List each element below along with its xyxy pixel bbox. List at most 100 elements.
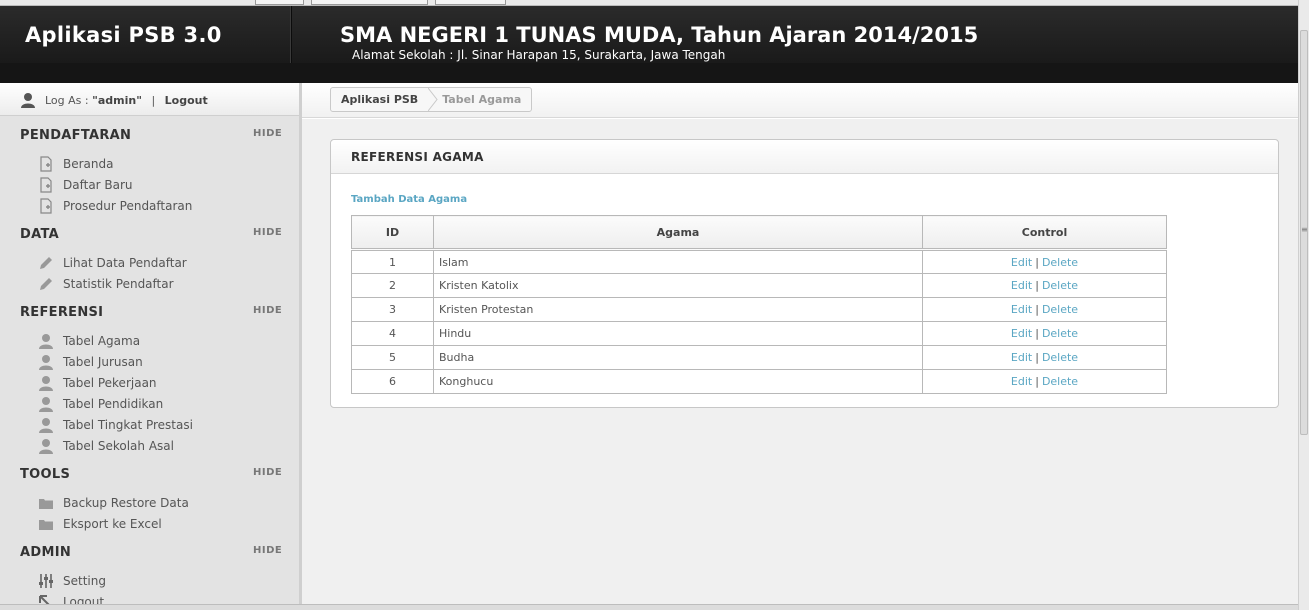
delete-link[interactable]: Delete: [1042, 351, 1078, 364]
cell-control: Edit | Delete: [922, 321, 1167, 346]
sidebar-item-label: Eksport ke Excel: [63, 517, 162, 531]
breadcrumb-bar: Aplikasi PSB Tabel Agama: [302, 83, 1298, 118]
sidebar-item-lihat-data-pendaftar[interactable]: Lihat Data Pendaftar: [38, 254, 187, 272]
control-separator: |: [1035, 303, 1039, 316]
section-title-pendaftaran: PENDAFTARAN: [20, 128, 132, 143]
delete-link[interactable]: Delete: [1042, 256, 1078, 269]
sidebar-item-tabel-tingkat-prestasi[interactable]: Tabel Tingkat Prestasi: [38, 416, 193, 434]
section-title-data: DATA: [20, 227, 59, 242]
cell-control: Edit | Delete: [922, 369, 1167, 394]
sidebar-item-label: Tabel Agama: [63, 334, 141, 348]
delete-link[interactable]: Delete: [1042, 327, 1078, 340]
sidebar-item-label: Backup Restore Data: [63, 496, 189, 510]
table-header-row: ID Agama Control: [351, 215, 1167, 250]
edit-link[interactable]: Edit: [1011, 375, 1032, 388]
sidebar-item-tabel-pekerjaan[interactable]: Tabel Pekerjaan: [38, 374, 157, 392]
section-title-referensi: REFERENSI: [20, 305, 104, 320]
cell-id: 1: [351, 248, 434, 274]
bottom-edge: [0, 604, 1298, 610]
cell-agama: Konghucu: [433, 369, 923, 394]
hide-pendaftaran-button[interactable]: HIDE: [253, 128, 282, 139]
user-icon: [38, 438, 54, 454]
breadcrumb-chevron-icon: [427, 87, 438, 112]
school-title: SMA NEGERI 1 TUNAS MUDA, Tahun Ajaran 20…: [340, 23, 979, 47]
user-icon: [38, 333, 54, 349]
control-separator: |: [1035, 375, 1039, 388]
page-add-icon: [38, 198, 54, 214]
browser-tab[interactable]: [311, 0, 428, 5]
edit-link[interactable]: Edit: [1011, 279, 1032, 292]
edit-link[interactable]: Edit: [1011, 256, 1032, 269]
sidebar-item-label: Lihat Data Pendaftar: [63, 256, 187, 270]
browser-tab[interactable]: [255, 0, 304, 5]
column-header-agama: Agama: [433, 215, 923, 250]
sidebar-item-eksport-ke-excel[interactable]: Eksport ke Excel: [38, 515, 162, 533]
user-bar: Log As : "admin" | Logout: [0, 83, 299, 116]
page-add-icon: [38, 156, 54, 172]
sidebar-item-label: Tabel Sekolah Asal: [63, 439, 174, 453]
vertical-scrollbar[interactable]: ≡: [1298, 0, 1309, 610]
cell-control: Edit | Delete: [922, 273, 1167, 298]
school-address: Alamat Sekolah : Jl. Sinar Harapan 15, S…: [352, 48, 726, 62]
sidebar-item-statistik-pendaftar[interactable]: Statistik Pendaftar: [38, 275, 174, 293]
sidebar-item-label: Beranda: [63, 157, 114, 171]
logout-link[interactable]: Logout: [165, 94, 208, 107]
sidebar-item-label: Tabel Jurusan: [63, 355, 143, 369]
sidebar-item-prosedur-pendaftaran[interactable]: Prosedur Pendaftaran: [38, 197, 192, 215]
cell-control: Edit | Delete: [922, 345, 1167, 370]
hide-referensi-button[interactable]: HIDE: [253, 305, 282, 316]
cell-control: Edit | Delete: [922, 248, 1167, 274]
userbar-separator: |: [151, 94, 156, 107]
referensi-agama-panel: REFERENSI AGAMA Tambah Data Agama ID Aga…: [330, 139, 1279, 408]
hide-admin-button[interactable]: HIDE: [253, 545, 282, 556]
user-icon: [38, 396, 54, 412]
header-divider: [290, 6, 292, 63]
sidebar-item-label: Tabel Tingkat Prestasi: [63, 418, 193, 432]
table-row: 3 Kristen Protestan Edit | Delete: [351, 297, 1167, 322]
app-header: Aplikasi PSB 3.0 SMA NEGERI 1 TUNAS MUDA…: [0, 6, 1298, 83]
user-icon: [38, 354, 54, 370]
delete-link[interactable]: Delete: [1042, 303, 1078, 316]
user-info: Log As : "admin" | Logout: [45, 94, 208, 107]
app-title: Aplikasi PSB 3.0: [25, 23, 222, 47]
control-separator: |: [1035, 351, 1039, 364]
sidebar-item-tabel-agama[interactable]: Tabel Agama: [38, 332, 140, 350]
cell-agama: Kristen Protestan: [433, 297, 923, 322]
folder-icon: [38, 495, 54, 511]
sidebar-item-label: Daftar Baru: [63, 178, 133, 192]
hide-tools-button[interactable]: HIDE: [253, 467, 282, 478]
cell-agama: Islam: [433, 248, 923, 274]
table-row: 2 Kristen Katolix Edit | Delete: [351, 273, 1167, 298]
hide-data-button[interactable]: HIDE: [253, 227, 282, 238]
delete-link[interactable]: Delete: [1042, 279, 1078, 292]
add-agama-link[interactable]: Tambah Data Agama: [351, 194, 467, 205]
control-separator: |: [1035, 255, 1039, 269]
sidebar-item-setting[interactable]: Setting: [38, 572, 106, 590]
scrollbar-grip-icon: ≡: [1301, 225, 1308, 234]
table-row: 5 Budha Edit | Delete: [351, 345, 1167, 370]
sidebar-item-beranda[interactable]: Beranda: [38, 155, 113, 173]
sidebar-item-tabel-pendidikan[interactable]: Tabel Pendidikan: [38, 395, 163, 413]
cell-id: 6: [351, 369, 434, 394]
header-band: [0, 63, 1298, 83]
cell-id: 5: [351, 345, 434, 370]
table-row: 4 Hindu Edit | Delete: [351, 321, 1167, 346]
sidebar-item-tabel-sekolah-asal[interactable]: Tabel Sekolah Asal: [38, 437, 174, 455]
sidebar: Log As : "admin" | Logout PENDAFTARAN HI…: [0, 83, 302, 610]
breadcrumb-root[interactable]: Aplikasi PSB: [331, 88, 428, 111]
user-icon: [38, 417, 54, 433]
column-header-id: ID: [351, 215, 434, 250]
sidebar-item-daftar-baru[interactable]: Daftar Baru: [38, 176, 133, 194]
user-icon: [20, 92, 36, 111]
edit-link[interactable]: Edit: [1011, 303, 1032, 316]
folder-icon: [38, 516, 54, 532]
sidebar-item-label: Prosedur Pendaftaran: [63, 199, 193, 213]
breadcrumb-current: Tabel Agama: [442, 93, 522, 106]
delete-link[interactable]: Delete: [1042, 375, 1078, 388]
sidebar-item-backup-restore-data[interactable]: Backup Restore Data: [38, 494, 189, 512]
edit-link[interactable]: Edit: [1011, 327, 1032, 340]
browser-tab[interactable]: [435, 0, 506, 5]
sidebar-item-tabel-jurusan[interactable]: Tabel Jurusan: [38, 353, 143, 371]
edit-link[interactable]: Edit: [1011, 351, 1032, 364]
control-separator: |: [1035, 327, 1039, 340]
